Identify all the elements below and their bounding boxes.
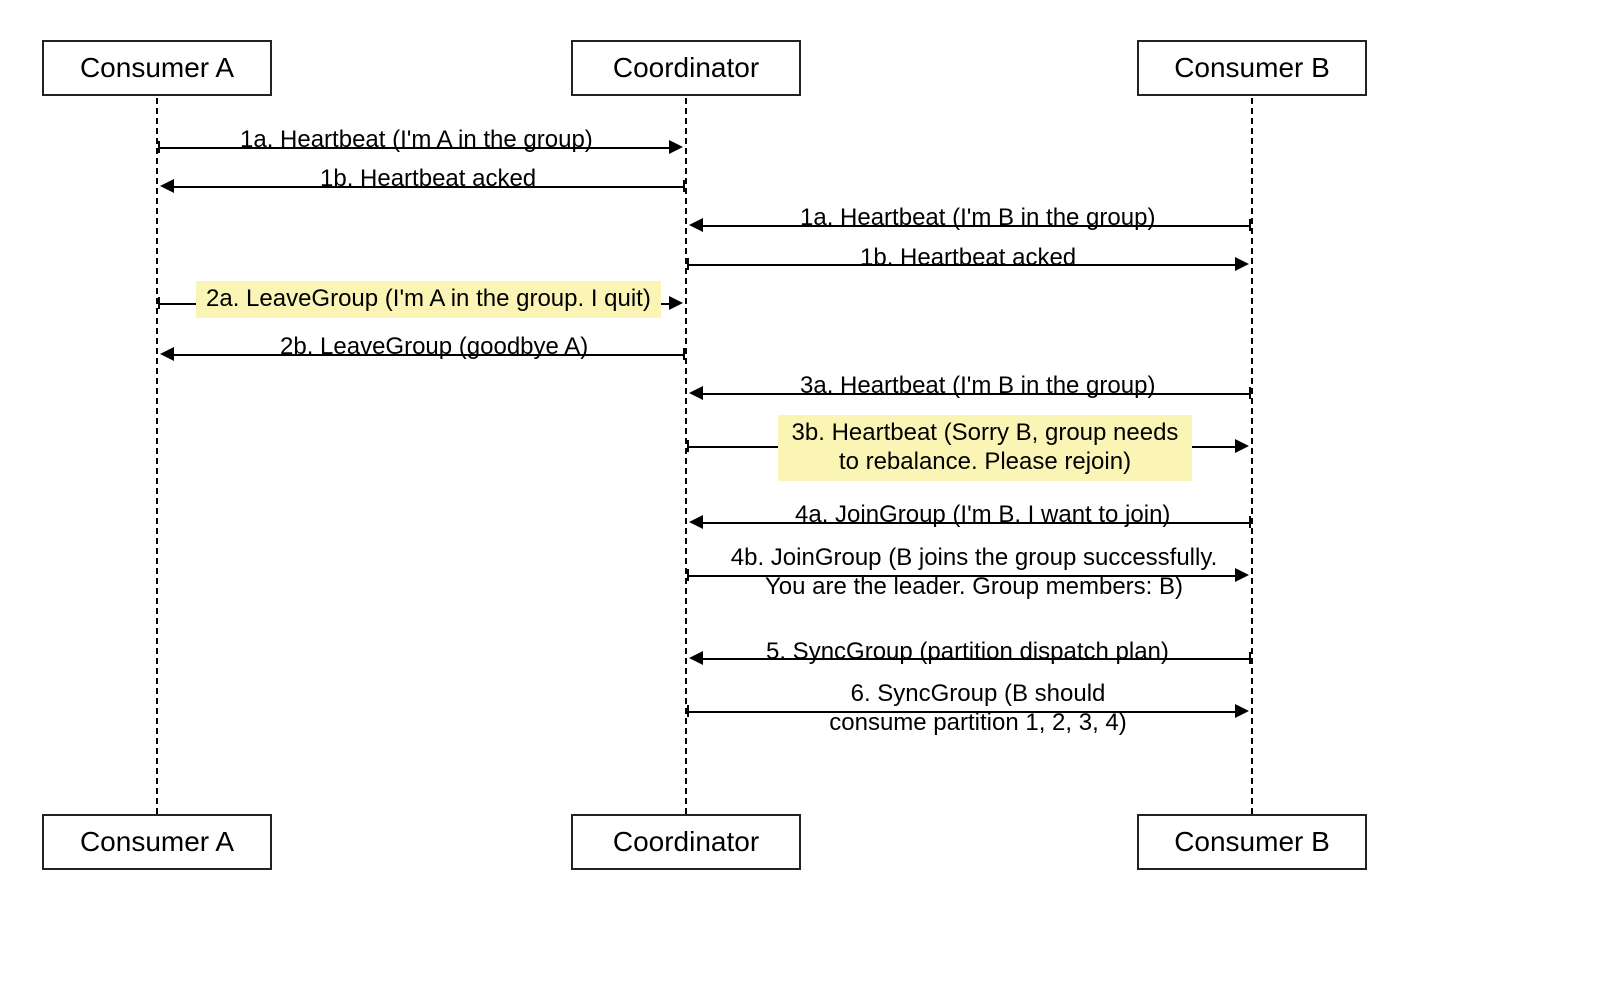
arrow-head-left-icon <box>689 386 703 400</box>
actor-consumer-b-bottom: Consumer B <box>1137 814 1367 870</box>
arrow-head-left-icon <box>689 218 703 232</box>
lifeline-a <box>156 98 158 814</box>
msg-3a: 3a. Heartbeat (I'm B in the group) <box>800 372 1155 401</box>
arrow-head-right-icon <box>1235 704 1249 718</box>
actor-consumer-a-bottom: Consumer A <box>42 814 272 870</box>
actor-label: Consumer A <box>80 826 234 857</box>
msg-4b: 4b. JoinGroup (B joins the group success… <box>724 544 1224 602</box>
arrow-head-left-icon <box>160 179 174 193</box>
actor-label: Coordinator <box>613 52 759 83</box>
arrow-head-right-icon <box>1235 439 1249 453</box>
arrow-head-right-icon <box>669 296 683 310</box>
msg-4a: 4a. JoinGroup (I'm B. I want to join) <box>795 501 1170 530</box>
actor-label: Consumer A <box>80 52 234 83</box>
arrow-head-left-icon <box>160 347 174 361</box>
actor-coordinator-top: Coordinator <box>571 40 801 96</box>
msg-3b: 3b. Heartbeat (Sorry B, group needs to r… <box>778 415 1192 481</box>
msg-2b: 2b. LeaveGroup (goodbye A) <box>280 333 588 362</box>
actor-coordinator-bottom: Coordinator <box>571 814 801 870</box>
actor-label: Consumer B <box>1174 52 1330 83</box>
msg-6: 6. SyncGroup (B should consume partition… <box>828 680 1128 738</box>
arrow-head-right-icon <box>1235 257 1249 271</box>
arrow-head-left-icon <box>689 651 703 665</box>
msg-1b-b: 1b. Heartbeat acked <box>860 244 1076 273</box>
arrow-head-left-icon <box>689 515 703 529</box>
actor-consumer-a-top: Consumer A <box>42 40 272 96</box>
actor-label: Consumer B <box>1174 826 1330 857</box>
msg-1a-b: 1a. Heartbeat (I'm B in the group) <box>800 204 1155 233</box>
msg-1a-a: 1a. Heartbeat (I'm A in the group) <box>240 126 593 155</box>
actor-label: Coordinator <box>613 826 759 857</box>
msg-2a: 2a. LeaveGroup (I'm A in the group. I qu… <box>196 281 661 318</box>
arrow-head-right-icon <box>669 140 683 154</box>
lifeline-b <box>1251 98 1253 814</box>
sequence-diagram: Consumer A Coordinator Consumer B Consum… <box>0 0 1624 998</box>
msg-5: 5. SyncGroup (partition dispatch plan) <box>766 638 1169 667</box>
actor-consumer-b-top: Consumer B <box>1137 40 1367 96</box>
arrow-head-right-icon <box>1235 568 1249 582</box>
msg-1b-a: 1b. Heartbeat acked <box>320 165 536 194</box>
